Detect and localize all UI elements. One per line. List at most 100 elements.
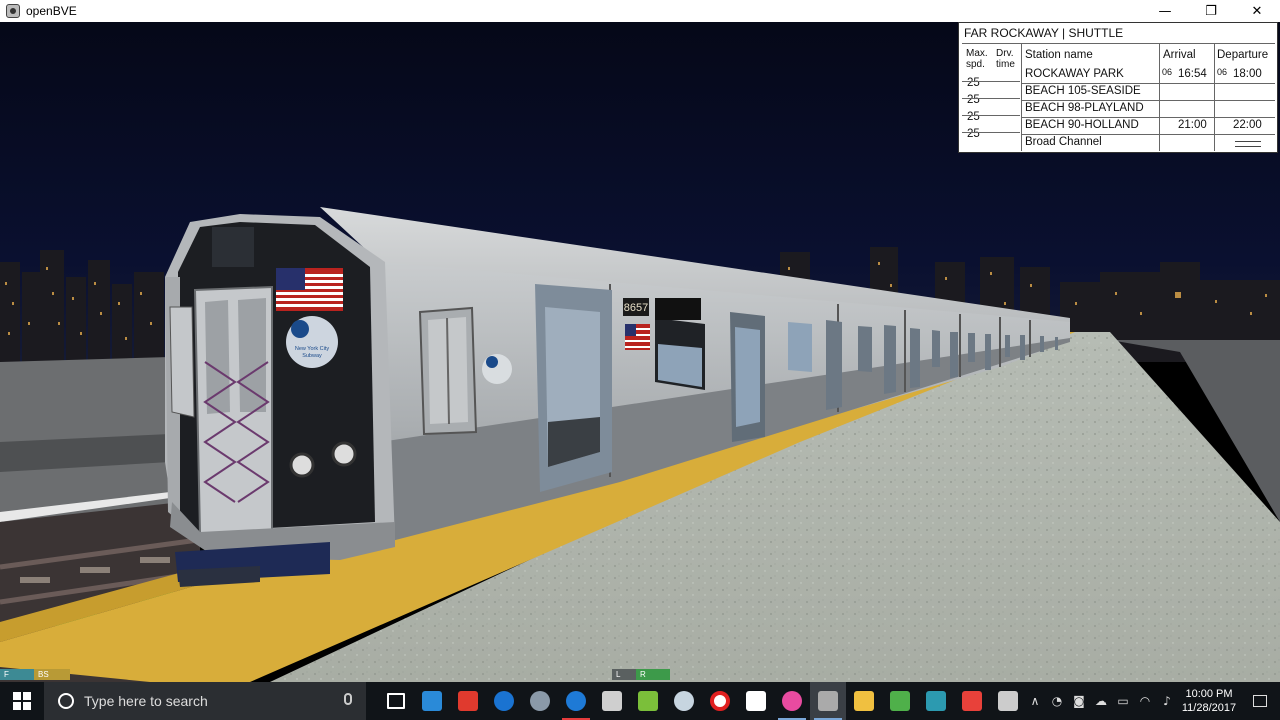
- wifi-icon[interactable]: ◠: [1134, 682, 1156, 720]
- station-row: BEACH 98-PLAYLAND: [1025, 102, 1144, 114]
- openbve-app-icon: [6, 4, 20, 18]
- windows-icon: [13, 692, 31, 710]
- header-station-name: Station name: [1025, 49, 1093, 61]
- hud-right-door-indicator: R: [636, 669, 670, 680]
- station-row: BEACH 90-HOLLAND: [1025, 119, 1139, 131]
- hud-bs-indicator: BS: [34, 669, 70, 680]
- timetable-title: FAR ROCKAWAY | SHUTTLE: [964, 26, 1124, 40]
- system-tray: ∧ ◔ ◙ ☁ ▭ ◠ ♪ 10:00 PM 11/28/2017: [1024, 682, 1280, 720]
- steam-icon: [674, 691, 694, 711]
- steam-tray-icon[interactable]: ◔: [1046, 682, 1068, 720]
- close-button[interactable]: ✕: [1234, 0, 1280, 22]
- speed-cell: 25: [967, 111, 980, 123]
- arrival-hour: 06: [1162, 67, 1173, 77]
- discord-tray-icon[interactable]: ◙: [1068, 682, 1090, 720]
- onedrive-tray-icon[interactable]: ☁: [1090, 682, 1112, 720]
- taskbar-app[interactable]: [414, 682, 450, 720]
- store-icon: [746, 691, 766, 711]
- start-button[interactable]: [0, 682, 44, 720]
- taskbar-app[interactable]: [522, 682, 558, 720]
- red-bars-icon: [458, 691, 478, 711]
- photos-icon: [890, 691, 910, 711]
- battery-icon[interactable]: ▭: [1112, 682, 1134, 720]
- taskbar-app[interactable]: [918, 682, 954, 720]
- taskbar-app[interactable]: [774, 682, 810, 720]
- moon-icon: [530, 691, 550, 711]
- task-view-icon: [387, 693, 405, 709]
- title-bar: openBVE — ❐ ✕: [0, 0, 1280, 22]
- gta-iv-icon: [602, 691, 622, 711]
- edge-icon: [566, 691, 586, 711]
- blue-arrow-icon: [422, 691, 442, 711]
- taskbar-app[interactable]: [738, 682, 774, 720]
- header-arrival: Arrival: [1163, 49, 1196, 61]
- search-box[interactable]: Type here to search: [44, 682, 366, 720]
- record-icon: [710, 691, 730, 711]
- taskbar-app[interactable]: [558, 682, 594, 720]
- speed-cell: 25: [967, 128, 980, 140]
- taskbar-app[interactable]: [666, 682, 702, 720]
- station-row: BEACH 105-SEASIDE: [1025, 85, 1141, 97]
- system-clock[interactable]: 10:00 PM 11/28/2017: [1178, 687, 1240, 715]
- taskbar-app[interactable]: [846, 682, 882, 720]
- station-row: Broad Channel: [1025, 136, 1102, 148]
- taskbar-app[interactable]: [954, 682, 990, 720]
- arrival-time: 16:54: [1178, 68, 1207, 80]
- departure-time: 22:00: [1233, 119, 1262, 131]
- timetable-divider: [1022, 100, 1275, 101]
- teal-app-icon: [926, 691, 946, 711]
- openbve-icon: [818, 691, 838, 711]
- timetable-panel: FAR ROCKAWAY | SHUTTLE Max. spd. Drv. time…: [958, 22, 1278, 153]
- hud-f-indicator: F: [0, 669, 38, 680]
- taskbar-app[interactable]: [810, 682, 846, 720]
- pass-through-marker: [1235, 141, 1261, 147]
- window-controls: — ❐ ✕: [1142, 0, 1280, 22]
- timetable-divider: [1022, 83, 1275, 84]
- hud-left-door-indicator: L: [612, 669, 638, 680]
- search-placeholder: Type here to search: [84, 693, 208, 709]
- taskbar-app[interactable]: [486, 682, 522, 720]
- departure-hour: 06: [1217, 67, 1228, 77]
- cortana-icon: [58, 693, 74, 709]
- red-square-icon: [962, 691, 982, 711]
- header-drive-time: Drv. time: [996, 48, 1015, 70]
- clock-date: 11/28/2017: [1181, 702, 1237, 714]
- timetable-divider: [1022, 117, 1275, 118]
- taskbar-app[interactable]: [882, 682, 918, 720]
- speed-cell: 25: [967, 77, 980, 89]
- station-row: ROCKAWAY PARK: [1025, 68, 1124, 80]
- maximize-button[interactable]: ❐: [1188, 0, 1234, 22]
- taskbar-apps: [378, 682, 1026, 720]
- action-center-button[interactable]: [1240, 682, 1280, 720]
- itunes-icon: [782, 691, 802, 711]
- microphone-icon[interactable]: [344, 693, 352, 705]
- taskbar-app[interactable]: [450, 682, 486, 720]
- taskbar-app[interactable]: [702, 682, 738, 720]
- timetable-divider: [962, 81, 1020, 82]
- taskbar: Type here to search ∧ ◔ ◙ ☁ ▭ ◠ ♪ 10:00 …: [0, 682, 1280, 720]
- svg-text:8657: 8657: [624, 302, 648, 314]
- timetable-divider: [962, 115, 1020, 116]
- audio-wave-icon: [998, 691, 1018, 711]
- minimize-button[interactable]: —: [1142, 0, 1188, 22]
- header-max-speed: Max. spd.: [966, 48, 988, 70]
- timetable-divider: [962, 132, 1020, 133]
- teamviewer-icon: [494, 691, 514, 711]
- tray-overflow-icon[interactable]: ∧: [1024, 682, 1046, 720]
- header-departure: Departure: [1217, 49, 1269, 61]
- arrival-time: 21:00: [1178, 119, 1207, 131]
- task-view-button[interactable]: [378, 682, 414, 720]
- taskbar-app[interactable]: [630, 682, 666, 720]
- taskbar-app[interactable]: [990, 682, 1026, 720]
- timetable-divider: [962, 43, 1275, 44]
- departure-time: 18:00: [1233, 68, 1262, 80]
- volume-icon[interactable]: ♪: [1156, 682, 1178, 720]
- notification-icon: [1253, 695, 1267, 707]
- speed-cell: 25: [967, 94, 980, 106]
- svg-text:Subway: Subway: [302, 353, 322, 359]
- svg-text:New York City: New York City: [295, 346, 329, 352]
- gta-v-icon: [638, 691, 658, 711]
- taskbar-app[interactable]: [594, 682, 630, 720]
- clock-time: 10:00 PM: [1185, 688, 1233, 700]
- timetable-divider: [962, 98, 1020, 99]
